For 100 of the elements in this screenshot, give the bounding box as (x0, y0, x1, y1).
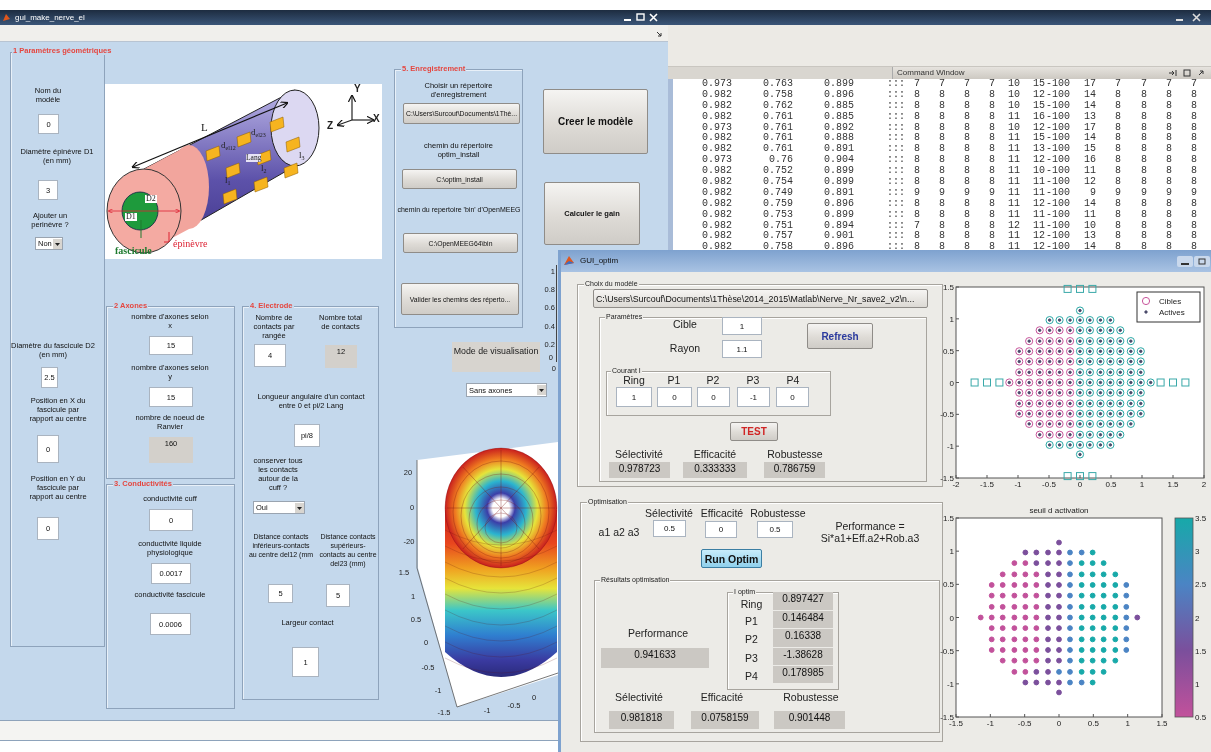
console-value: 0.899 (823, 79, 854, 90)
console-value: 14 (1083, 198, 1096, 210)
console-value: 8 (963, 144, 970, 155)
console-value: 8 (1165, 144, 1172, 155)
console-value: 12 (1032, 155, 1045, 166)
console-value: 10 (1083, 220, 1096, 231)
console-value: 8 (938, 100, 945, 112)
console-value: 8 (1165, 231, 1172, 242)
tick-label: 1.5 (1195, 646, 1207, 656)
console-value: 8 (1190, 133, 1197, 144)
tick-label: -1 (946, 679, 954, 689)
console-value: 8 (988, 198, 995, 210)
console-value: -100 (1045, 79, 1070, 90)
console-value: 8 (1140, 89, 1147, 101)
console-value: -100 (1045, 111, 1070, 123)
tick-label: -0.5 (940, 410, 954, 420)
console-value: 10 (1007, 100, 1020, 112)
value-display: 0.981818 (609, 711, 674, 729)
console-value: 8 (1114, 155, 1121, 166)
console-value: 11 (1007, 231, 1020, 242)
console-value: 8 (938, 242, 945, 254)
value-display: 0.178985 (773, 666, 833, 683)
console-value: 12 (1032, 198, 1045, 210)
console-value: 9 (1089, 187, 1096, 199)
console-value: 11 (1032, 209, 1045, 221)
console-value: ::: (886, 220, 905, 232)
console-value: 0.762 (762, 100, 793, 112)
console-value: 8 (913, 209, 920, 221)
field-label: Sélectivité (614, 447, 664, 461)
console-value: 0.759 (762, 198, 793, 210)
console-value: 8 (963, 111, 970, 123)
console-value: 8 (1140, 231, 1147, 242)
console-value: 8 (1140, 166, 1147, 177)
console-value: 11 (1007, 166, 1020, 177)
console-value: 9 (1140, 187, 1147, 199)
console-value: 12 (1032, 122, 1045, 133)
console-value: 8 (913, 100, 920, 112)
dimension-label: l$_{3}$ (299, 151, 305, 160)
value-display: 0.0758159 (691, 711, 759, 729)
console-value: 0.894 (823, 220, 854, 231)
console-value: 0.973 (701, 122, 732, 133)
console-value: 8 (938, 177, 945, 188)
console-value: 8 (988, 155, 995, 166)
tick-label: -2 (952, 480, 960, 489)
console-value: 11 (1007, 177, 1020, 188)
dimension-label: l$_{1}$ (225, 176, 231, 185)
console-value: 7 (913, 220, 920, 231)
console-value: ::: (886, 111, 905, 123)
tick-label: 2.5 (1195, 580, 1207, 590)
console-value: 8 (938, 198, 945, 210)
console-value: 15 (1032, 79, 1045, 90)
console-value: 8 (963, 242, 970, 254)
field-label: Ring (739, 597, 764, 610)
tick-label: 1.5 (1156, 719, 1168, 728)
console-value: 8 (1165, 155, 1172, 166)
console-value: 8 (1165, 122, 1172, 133)
console-value: 11 (1032, 187, 1045, 199)
console-value: 8 (1190, 220, 1197, 231)
dimension-label: D2 (145, 195, 157, 203)
console-value: 8 (913, 111, 920, 123)
console-value: 9 (913, 187, 920, 199)
console-value: -100 (1045, 155, 1070, 166)
console-value: 8 (1140, 100, 1147, 112)
console-value: 0.982 (701, 133, 732, 144)
console-value: 8 (988, 177, 995, 188)
console-value: 12 (1032, 89, 1045, 101)
console-value: 8 (1114, 220, 1121, 231)
console-value: 0.901 (823, 231, 854, 242)
console-value: 8 (938, 111, 945, 123)
tick-label: -0.5 (940, 646, 954, 656)
field-label: Efficacité (692, 447, 738, 461)
console-value: 0.982 (701, 100, 732, 112)
console-value: 0.763 (762, 79, 793, 90)
console-value: 16 (1083, 155, 1096, 166)
console-value: 8 (913, 198, 920, 210)
console-value: 11 (1007, 198, 1020, 210)
tick-label: 0.5 (942, 580, 954, 590)
console-value: 7 (938, 79, 945, 90)
field-label: P3 (745, 373, 761, 386)
console-value: ::: (886, 144, 905, 156)
console-value: 8 (913, 231, 920, 242)
value-display: 0.786759 (764, 462, 825, 478)
value-display: -1.38628 (773, 648, 833, 665)
console-value: 8 (963, 220, 970, 231)
field-label: P1 (744, 613, 759, 628)
tick-label: -1 (946, 442, 954, 452)
console-value: ::: (886, 89, 905, 101)
tick-label: 1 (1139, 480, 1145, 489)
console-value: 8 (1114, 144, 1121, 155)
console-value: 12 (1083, 177, 1096, 188)
console-value: 8 (1165, 242, 1172, 254)
console-value: 0.982 (701, 144, 732, 155)
tick-label: 1.5 (942, 514, 954, 523)
console-value: 8 (988, 144, 995, 155)
value-display: 0.978723 (609, 462, 670, 478)
legend-label: Actives (1159, 308, 1185, 317)
console-value: 0.892 (823, 122, 854, 133)
value-display: 0.16338 (773, 629, 833, 647)
console-value: 0.891 (823, 144, 854, 155)
console-value: 8 (988, 133, 995, 144)
